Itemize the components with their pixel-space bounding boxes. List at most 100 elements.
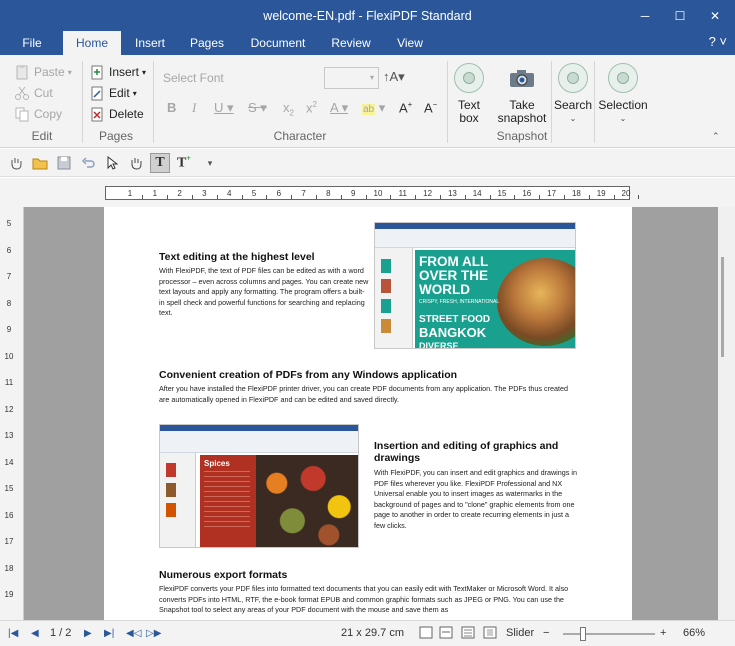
- document-area[interactable]: Text editing at the highest level With F…: [24, 207, 718, 620]
- last-page-icon[interactable]: ▶|: [104, 628, 114, 639]
- cut-button[interactable]: Cut: [14, 85, 53, 101]
- italic-icon[interactable]: I: [192, 100, 196, 116]
- single-page-view-icon[interactable]: [419, 626, 433, 642]
- selection-icon: [608, 63, 638, 93]
- font-select[interactable]: Select Font: [163, 71, 224, 85]
- ribbon-tabs: File Home Insert Pages Document Review V…: [0, 31, 735, 55]
- bold-icon[interactable]: B: [167, 100, 176, 115]
- highlight-icon[interactable]: ab ▾: [362, 100, 385, 116]
- paste-label: Paste: [34, 65, 65, 79]
- font-color-icon[interactable]: A ▾: [330, 100, 348, 116]
- line-spacing-icon[interactable]: ↑A▾: [383, 69, 405, 85]
- ruler-tick-label: 15: [4, 484, 14, 493]
- ruler-tick-mark: [440, 195, 441, 199]
- zoom-slider[interactable]: [563, 627, 655, 641]
- spices-title: Spices: [204, 459, 230, 468]
- character-group-label: Character: [273, 129, 327, 143]
- insert-text-tool-icon[interactable]: T+: [174, 153, 194, 173]
- zoom-slider-thumb[interactable]: [580, 627, 587, 641]
- tab-document[interactable]: Document: [243, 31, 313, 55]
- ruler-tick-label: 6: [6, 245, 12, 255]
- section-title[interactable]: Convenient creation of PDFs from any Win…: [159, 369, 457, 381]
- fit-page-icon[interactable]: [483, 626, 497, 642]
- section-title[interactable]: Numerous export formats: [159, 569, 287, 581]
- tab-pages[interactable]: Pages: [183, 31, 231, 55]
- insert-page-label: Insert: [109, 65, 140, 79]
- section-text[interactable]: FlexiPDF converts your PDF files into fo…: [159, 584, 581, 616]
- ruler-tick-mark: [241, 195, 243, 199]
- text-box-button[interactable]: Text box: [452, 63, 486, 125]
- street-food-screenshot[interactable]: FROM ALL OVER THE WORLD CRISPY, FRESH, I…: [374, 222, 576, 349]
- help-button[interactable]: ? ˅: [709, 34, 727, 49]
- insert-page-button[interactable]: Insert ▾: [89, 64, 146, 80]
- previous-page-icon[interactable]: ◀: [31, 628, 39, 639]
- selection-button[interactable]: Selection ⌄: [597, 63, 649, 125]
- fit-width-icon[interactable]: [439, 626, 453, 642]
- status-bar: |◀ ◀ 1 / 2 ▶ ▶| ◀◁ ▷▶ 21 x 29.7 cm Slide…: [0, 620, 735, 646]
- close-button[interactable]: ✕: [697, 0, 733, 31]
- undo-icon[interactable]: [78, 153, 98, 173]
- ruler-tick-label: 13: [447, 189, 457, 198]
- grow-font-icon[interactable]: A+: [399, 100, 412, 115]
- strikethrough-icon[interactable]: S ▾: [248, 100, 267, 116]
- pdf-page[interactable]: Text editing at the highest level With F…: [104, 207, 632, 620]
- font-size-select[interactable]: ▾: [324, 67, 379, 89]
- ruler-tick-label: 5: [251, 189, 257, 198]
- section-title[interactable]: Text editing at the highest level: [159, 251, 315, 263]
- tab-review[interactable]: Review: [324, 31, 378, 55]
- open-folder-icon[interactable]: [30, 153, 50, 173]
- zoom-in-button[interactable]: +: [660, 627, 666, 639]
- tab-file[interactable]: File: [14, 31, 50, 55]
- vertical-scrollbar[interactable]: [718, 207, 735, 620]
- continuous-view-icon[interactable]: [461, 626, 475, 642]
- ruler-tick-label: 16: [522, 189, 532, 198]
- section-text[interactable]: With FlexiPDF, the text of PDF files can…: [159, 266, 369, 319]
- tab-insert[interactable]: Insert: [126, 31, 174, 55]
- food-subtitle: CRISPY, FRESH, INTERNATIONAL: [419, 299, 500, 305]
- horizontal-ruler[interactable]: 1 1 2 3 4 5 6 7 8 9 10 11 12 13 14 15 16 17 18 19 20: [105, 186, 640, 200]
- edit-page-button[interactable]: Edit ▾: [89, 85, 137, 101]
- search-button[interactable]: Search ⌄: [554, 63, 592, 125]
- page-indicator[interactable]: 1 / 2: [50, 627, 71, 639]
- ruler-tick-label: 8: [6, 298, 12, 308]
- next-page-icon[interactable]: ▶: [84, 628, 92, 639]
- take-snapshot-button[interactable]: Take snapshot: [494, 63, 550, 125]
- edit-group-label: Edit: [31, 129, 53, 143]
- text-box-icon: [454, 63, 484, 93]
- hand-tool-icon[interactable]: [6, 153, 26, 173]
- tab-home[interactable]: Home: [63, 31, 121, 55]
- subscript-icon[interactable]: x2: [283, 100, 294, 118]
- back-icon[interactable]: ◀◁: [126, 628, 141, 639]
- ruler-tick-mark: [291, 195, 293, 199]
- section-text[interactable]: After you have installed the FlexiPDF pr…: [159, 384, 579, 405]
- delete-page-button[interactable]: Delete: [89, 106, 144, 122]
- copy-button[interactable]: Copy: [14, 106, 62, 122]
- zoom-out-button[interactable]: −: [543, 627, 549, 639]
- ruler-tick-label: 10: [373, 189, 383, 198]
- section-text[interactable]: With FlexiPDF, you can insert and edit g…: [374, 468, 582, 532]
- customize-toolbar-icon[interactable]: ▾: [200, 153, 220, 173]
- collapse-ribbon-icon[interactable]: ⌃: [712, 131, 720, 142]
- pan-hand-icon[interactable]: [126, 153, 146, 173]
- superscript-icon[interactable]: x2: [306, 100, 317, 115]
- ruler-tick-label: 20: [621, 189, 631, 198]
- spices-screenshot[interactable]: Spices: [159, 424, 359, 548]
- minimize-button[interactable]: ─: [627, 0, 663, 31]
- maximize-button[interactable]: ☐: [662, 0, 698, 31]
- food-headline: FROM ALL OVER THE WORLD: [419, 254, 489, 297]
- scroll-thumb[interactable]: [721, 257, 724, 357]
- tab-view[interactable]: View: [388, 31, 432, 55]
- edit-text-tool-icon[interactable]: T: [150, 153, 170, 173]
- horizontal-ruler-bar: 1 1 2 3 4 5 6 7 8 9 10 11 12 13 14 15 16 17 18 19 20: [0, 178, 735, 207]
- pages-group-label: Pages: [98, 129, 134, 143]
- select-arrow-icon[interactable]: [102, 153, 122, 173]
- section-title[interactable]: Insertion and editing of graphics and dr…: [374, 440, 584, 464]
- shrink-font-icon[interactable]: A−: [424, 100, 437, 115]
- ruler-tick-mark: [142, 195, 144, 199]
- underline-icon[interactable]: U ▾: [214, 100, 234, 116]
- forward-icon[interactable]: ▷▶: [146, 628, 161, 639]
- save-icon[interactable]: [54, 153, 74, 173]
- selection-label: Selection: [598, 98, 648, 112]
- first-page-icon[interactable]: |◀: [8, 628, 18, 639]
- paste-button[interactable]: Paste ▾: [14, 64, 72, 80]
